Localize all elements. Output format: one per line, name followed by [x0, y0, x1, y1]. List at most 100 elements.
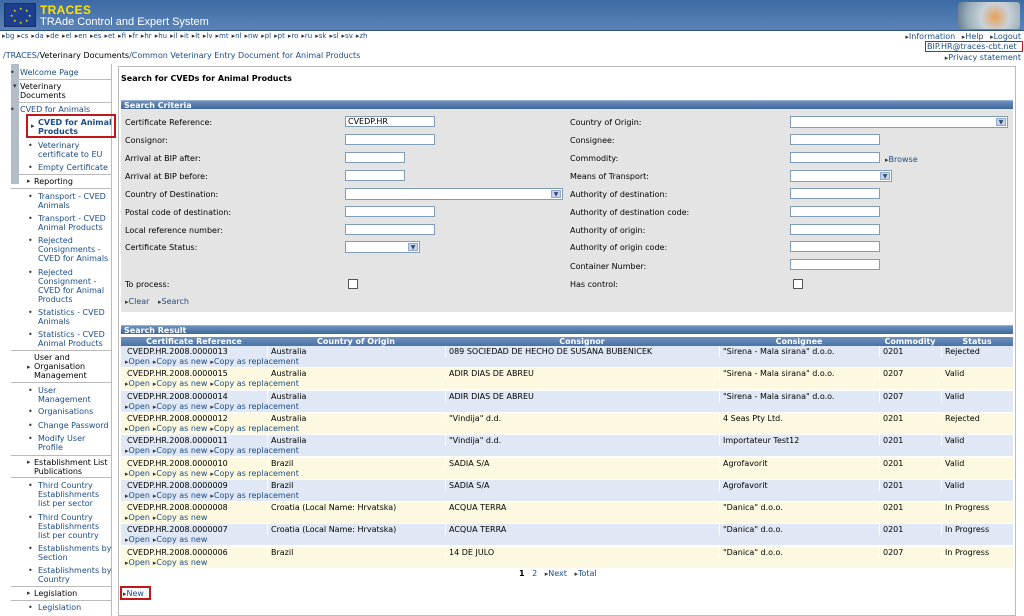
language-link-ru[interactable]: ru	[301, 32, 312, 40]
sidebar-item-empty-cert[interactable]: Empty Certificate	[28, 163, 112, 172]
auth-dest-input[interactable]	[790, 188, 880, 199]
language-link-lt[interactable]: lt	[192, 32, 200, 40]
sidebar-item-legislation[interactable]: Legislation	[28, 603, 112, 612]
language-link-fr[interactable]: fr	[129, 32, 138, 40]
copy-as-new-link[interactable]: Copy as new	[153, 513, 208, 522]
column-header[interactable]: Certificate Reference	[121, 337, 267, 346]
sidebar-group-legislation[interactable]: Legislation	[27, 589, 126, 598]
copy-as-replacement-link[interactable]: Copy as replacement	[210, 491, 298, 500]
clear-button[interactable]: Clear	[125, 297, 149, 306]
sidebar-item-welcome[interactable]: Welcome Page	[10, 68, 112, 77]
to-process-checkbox[interactable]	[348, 279, 358, 289]
help-link[interactable]: Help	[962, 32, 984, 41]
container-input[interactable]	[790, 259, 880, 270]
copy-as-replacement-link[interactable]: Copy as replacement	[210, 446, 298, 455]
sidebar-group-reporting[interactable]: Reporting	[27, 177, 126, 186]
copy-as-replacement-link[interactable]: Copy as replacement	[210, 357, 298, 366]
copy-as-new-link[interactable]: Copy as new	[153, 535, 208, 544]
sidebar-item-cved-animals[interactable]: CVED for Animals	[10, 105, 112, 114]
open-link[interactable]: Open	[125, 535, 150, 544]
local-ref-input[interactable]	[345, 224, 435, 235]
cert-ref-input[interactable]	[345, 116, 435, 127]
country-origin-select[interactable]: ▼	[790, 116, 1008, 128]
language-link-es[interactable]: es	[90, 32, 101, 40]
new-button[interactable]: New	[123, 589, 144, 598]
language-link-el[interactable]: el	[62, 32, 72, 40]
search-button[interactable]: Search	[158, 297, 189, 306]
language-link-bg[interactable]: bg	[2, 32, 14, 40]
privacy-link[interactable]: ▸Privacy statement	[945, 53, 1021, 62]
sidebar-item-stats-animals[interactable]: Statistics - CVED Animals	[28, 308, 112, 326]
logout-link[interactable]: Logout	[990, 32, 1021, 41]
sidebar-item-rejected-animals[interactable]: Rejected Consignments - CVED for Animals	[28, 236, 112, 263]
column-header[interactable]: Country of Origin	[267, 337, 445, 346]
sidebar-item-change-password[interactable]: Change Password	[28, 421, 112, 430]
language-link-mt[interactable]: mt	[216, 32, 229, 40]
sidebar-item-organisations[interactable]: Organisations	[28, 407, 112, 416]
sidebar-item-modify-profile[interactable]: Modify User Profile	[28, 434, 104, 452]
open-link[interactable]: Open	[125, 402, 150, 411]
user-email-link[interactable]: BIP.HR@traces-cbt.net	[925, 41, 1023, 52]
language-link-pl[interactable]: pl	[261, 32, 271, 40]
language-link-de[interactable]: de	[47, 32, 59, 40]
language-link-fi[interactable]: fi	[118, 32, 126, 40]
language-link-hu[interactable]: hu	[155, 32, 167, 40]
sidebar-item-estab-country[interactable]: Establishments by Country	[28, 566, 112, 584]
auth-origin-code-input[interactable]	[790, 241, 880, 252]
column-header[interactable]: Status	[941, 337, 1013, 346]
copy-as-new-link[interactable]: Copy as new	[153, 402, 208, 411]
language-link-it[interactable]: it	[180, 32, 188, 40]
open-link[interactable]: Open	[125, 469, 150, 478]
copy-as-replacement-link[interactable]: Copy as replacement	[210, 379, 298, 388]
copy-as-new-link[interactable]: Copy as new	[153, 357, 208, 366]
column-header[interactable]: Commodity	[879, 337, 941, 346]
sidebar-item-transport-animals[interactable]: Transport - CVED Animals	[28, 192, 112, 210]
transport-select[interactable]: ▼	[790, 170, 892, 182]
postal-input[interactable]	[345, 206, 435, 217]
column-header[interactable]: Consignee	[719, 337, 879, 346]
consignor-input[interactable]	[345, 134, 435, 145]
copy-as-new-link[interactable]: Copy as new	[153, 469, 208, 478]
copy-as-replacement-link[interactable]: Copy as replacement	[210, 469, 298, 478]
language-link-sl[interactable]: sl	[329, 32, 338, 40]
language-link-cs[interactable]: cs	[17, 32, 28, 40]
copy-as-new-link[interactable]: Copy as new	[153, 491, 208, 500]
breadcrumb-traces[interactable]: /TRACES/	[3, 51, 40, 60]
sidebar-group-estab-pub[interactable]: Establishment List Publications	[27, 458, 112, 476]
column-header[interactable]: Consignor	[445, 337, 719, 346]
language-link-pt[interactable]: pt	[274, 32, 285, 40]
sidebar-item-third-sector[interactable]: Third Country Establishments list per se…	[28, 481, 112, 508]
browse-link[interactable]: Browse	[885, 155, 918, 164]
language-link-da[interactable]: da	[31, 32, 43, 40]
sidebar-item-rejected-products[interactable]: Rejected Consignment - CVED for Animal P…	[28, 268, 112, 304]
country-dest-select[interactable]: ▼	[345, 188, 563, 200]
language-link-sv[interactable]: sv	[342, 32, 353, 40]
has-control-checkbox[interactable]	[793, 279, 803, 289]
open-link[interactable]: Open	[125, 491, 150, 500]
language-link-sk[interactable]: sk	[315, 32, 326, 40]
page-2-link[interactable]: 2	[532, 569, 537, 578]
arrival-after-input[interactable]	[345, 152, 405, 163]
open-link[interactable]: Open	[125, 424, 150, 433]
auth-origin-input[interactable]	[790, 224, 880, 235]
language-link-en[interactable]: en	[75, 32, 87, 40]
language-link-il[interactable]: il	[170, 32, 177, 40]
language-link-et[interactable]: et	[104, 32, 115, 40]
copy-as-replacement-link[interactable]: Copy as replacement	[210, 424, 298, 433]
sidebar-item-transport-products[interactable]: Transport - CVED Animal Products	[28, 214, 112, 232]
open-link[interactable]: Open	[125, 379, 150, 388]
sidebar-item-estab-section[interactable]: Establishments by Section	[28, 544, 112, 562]
open-link[interactable]: Open	[125, 558, 150, 567]
sidebar-group-user-org[interactable]: User and Organisation Management	[34, 353, 108, 380]
auth-dest-code-input[interactable]	[790, 206, 880, 217]
language-link-zh[interactable]: zh	[356, 32, 368, 40]
language-link-lv[interactable]: lv	[203, 32, 213, 40]
consignee-input[interactable]	[790, 134, 880, 145]
open-link[interactable]: Open	[125, 357, 150, 366]
sidebar-group-vet-docs[interactable]: Veterinary Documents	[13, 82, 80, 100]
information-link[interactable]: Information	[905, 32, 955, 41]
sidebar-item-user-mgmt[interactable]: User Management	[28, 386, 108, 404]
open-link[interactable]: Open	[125, 513, 150, 522]
total-link[interactable]: Total	[574, 569, 596, 578]
language-link-nw[interactable]: nw	[245, 32, 259, 40]
